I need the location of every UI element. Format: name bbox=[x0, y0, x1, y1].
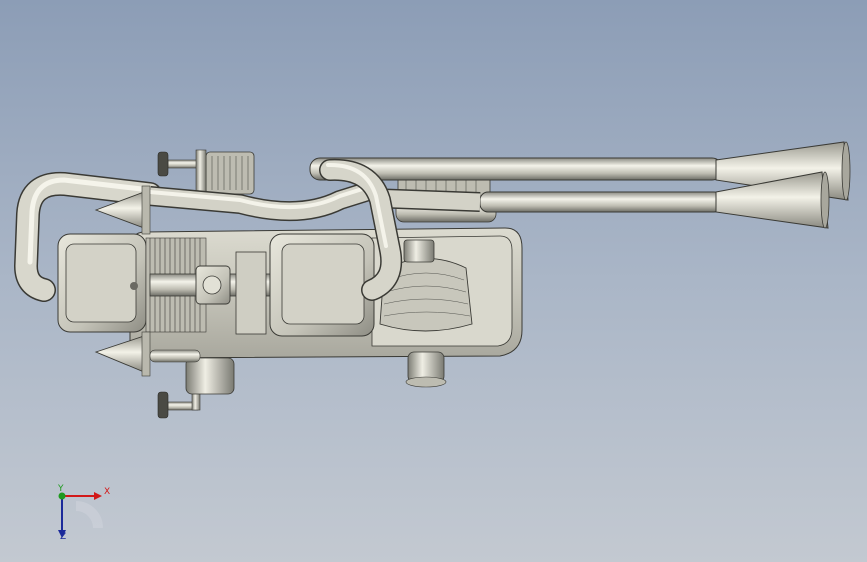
y-axis-label: Y bbox=[58, 484, 64, 494]
graphics-viewport[interactable]: X Y Z bbox=[0, 0, 867, 562]
engine-model[interactable] bbox=[0, 0, 867, 562]
x-axis-label: X bbox=[104, 487, 111, 497]
coordinate-triad: X Y Z bbox=[44, 482, 114, 544]
z-axis-label: Z bbox=[60, 532, 67, 542]
